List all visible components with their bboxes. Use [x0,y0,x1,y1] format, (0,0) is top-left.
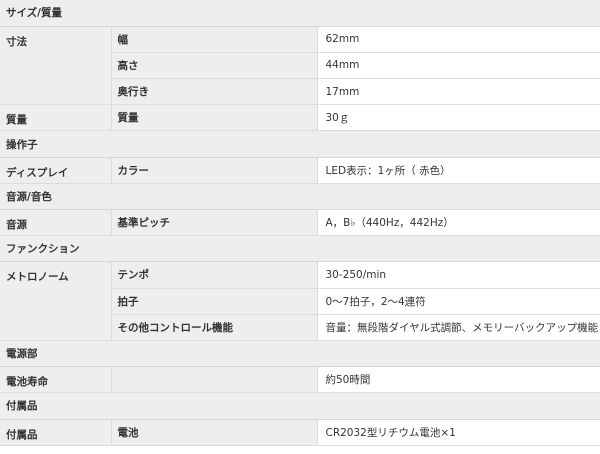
category-accessory: 付属品 [0,419,112,446]
label-beat: 拍子 [111,288,318,315]
value-width: 62mm [317,26,600,53]
table-row-battery-life: 電池寿命 約50時間 [0,366,600,394]
table-row-display: ディスプレイ カラー LED表示：1ヶ所（ 赤色） [0,157,600,184]
value-depth: 17mm [317,78,600,106]
label-tempo: テンポ [111,261,318,289]
table-row-accessory: 付属品 電池 CR2032型リチウム電池×1 [0,419,600,446]
spec-table: サイズ/質量 寸法 幅 62mm 高さ 44mm 奥行き 17mm 質量 質量 … [0,0,600,446]
value-beat: 0〜7拍子，2〜4連符 [317,288,600,315]
label-battery-life-empty [111,366,318,394]
table-row-width: 寸法 幅 62mm [0,26,600,106]
category-dimensions: 寸法 [0,26,112,106]
category-battery-life: 電池寿命 [0,366,112,394]
table-row-tempo: メトロノーム テンポ 30-250/min [0,261,600,341]
section-title: 付属品 [0,392,600,420]
section-title: ファンクション [0,235,600,263]
category-sound: 音源 [0,209,112,237]
section-title: 音源/音色 [0,183,600,211]
label-color: カラー [111,157,318,184]
category-display: ディスプレイ [0,157,112,184]
value-weight: 30ｇ [317,104,600,132]
value-height: 44mm [317,52,600,80]
section-header-power: 電源部 [0,340,600,368]
section-title: 電源部 [0,340,600,368]
section-header-size-weight: サイズ/質量 [0,0,600,27]
label-battery: 電池 [111,419,318,446]
label-other-controls: その他コントロール機能 [111,314,318,341]
value-tempo: 30-250/min [317,261,600,289]
table-row-weight: 質量 質量 30ｇ [0,104,600,132]
label-pitch: 基準ピッチ [111,209,318,237]
value-display: LED表示：1ヶ所（ 赤色） [317,157,600,184]
section-header-sound-source: 音源/音色 [0,183,600,211]
label-width: 幅 [111,26,318,53]
section-header-function: ファンクション [0,235,600,263]
label-depth: 奥行き [111,78,318,106]
value-battery-life: 約50時間 [317,366,600,394]
value-pitch: A，B♭（440Hz，442Hz） [317,209,600,237]
section-header-accessories: 付属品 [0,392,600,420]
label-height: 高さ [111,52,318,80]
section-title: サイズ/質量 [0,0,600,27]
table-row-pitch: 音源 基準ピッチ A，B♭（440Hz，442Hz） [0,209,600,237]
section-title: 操作子 [0,130,600,158]
label-weight: 質量 [111,104,318,132]
category-metronome: メトロノーム [0,261,112,341]
value-battery: CR2032型リチウム電池×1 [317,419,600,446]
value-other-controls: 音量：無段階ダイヤル式調節、メモリーバックアップ機能 [317,314,600,341]
category-weight: 質量 [0,104,112,132]
section-header-controls: 操作子 [0,130,600,158]
